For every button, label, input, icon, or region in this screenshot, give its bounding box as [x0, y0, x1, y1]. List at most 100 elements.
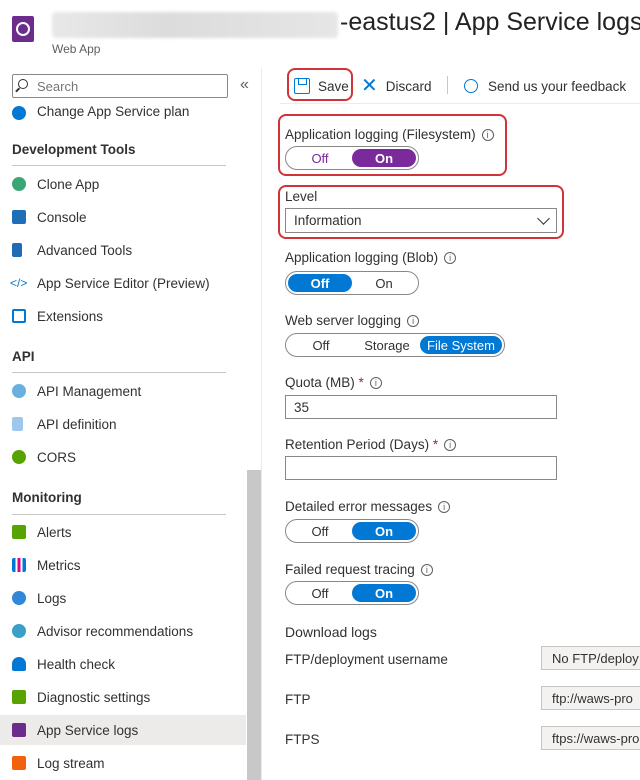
sidebar: « Change App Service plan Development To… — [0, 68, 262, 780]
sidebar-item-label: Clone App — [37, 176, 100, 192]
metrics-icon — [12, 558, 26, 572]
toggle-off[interactable]: Off — [288, 584, 352, 602]
ftp-field[interactable]: ftp://waws-pro — [541, 686, 640, 710]
feedback-button[interactable]: Send us your feedback — [464, 72, 626, 100]
info-icon[interactable]: i — [444, 252, 457, 264]
sidebar-item-advisor[interactable]: Advisor recommendations — [0, 616, 246, 646]
sidebar-item-label: App Service Editor (Preview) — [37, 275, 210, 291]
toggle-on[interactable]: On — [352, 274, 416, 292]
quota-input[interactable]: 35 — [285, 395, 557, 419]
app-logging-blob-label: Application logging (Blob) i — [285, 250, 457, 265]
sidebar-item-label: Change App Service plan — [37, 103, 190, 119]
sidebar-item-change-plan[interactable]: Change App Service plan — [0, 96, 246, 126]
app-service-logs-icon — [12, 723, 26, 737]
web-server-logging-toggle[interactable]: Off Storage File System — [285, 333, 505, 357]
console-icon — [12, 210, 26, 224]
save-button[interactable]: Save — [294, 72, 349, 100]
sidebar-item-api-definition[interactable]: API definition — [0, 409, 246, 439]
toggle-on[interactable]: On — [352, 149, 416, 167]
quota-label: Quota (MB) * i — [285, 375, 382, 390]
sidebar-item-cors[interactable]: CORS — [0, 442, 246, 472]
sidebar-item-label: Log stream — [37, 755, 105, 771]
sidebar-item-label: Advisor recommendations — [37, 623, 194, 639]
info-icon[interactable]: i — [444, 439, 457, 451]
info-icon[interactable]: i — [438, 501, 451, 513]
collapse-sidebar-icon[interactable]: « — [240, 76, 249, 94]
toggle-off[interactable]: Off — [288, 149, 352, 167]
close-icon: ✕ — [361, 75, 378, 97]
code-icon: </> — [10, 276, 28, 290]
sidebar-item-diagnostic-settings[interactable]: Diagnostic settings — [0, 682, 246, 712]
divider — [12, 514, 226, 515]
sidebar-item-app-service-editor[interactable]: </> App Service Editor (Preview) — [0, 268, 246, 298]
ftp-label: FTP — [285, 692, 311, 707]
heart-icon — [12, 657, 26, 671]
ftp-username-label: FTP/deployment username — [285, 652, 448, 667]
sidebar-item-api-management[interactable]: API Management — [0, 376, 246, 406]
sidebar-item-label: API definition — [37, 416, 117, 432]
alerts-icon — [12, 525, 26, 539]
feedback-label: Send us your feedback — [488, 78, 627, 94]
globe-icon — [12, 450, 26, 464]
chevron-down-icon — [537, 212, 550, 225]
sidebar-item-extensions[interactable]: Extensions — [0, 301, 246, 331]
info-icon[interactable]: i — [420, 564, 433, 576]
sidebar-item-label: Logs — [37, 590, 67, 606]
info-icon[interactable]: i — [407, 315, 420, 327]
diagnostic-icon — [12, 690, 26, 704]
app-logging-fs-toggle[interactable]: Off On — [285, 146, 419, 170]
sidebar-item-label: App Service logs — [37, 722, 139, 738]
ftps-field[interactable]: ftps://waws-pro — [541, 726, 640, 750]
sidebar-item-label: CORS — [37, 449, 77, 465]
search-icon — [18, 79, 28, 89]
discard-label: Discard — [385, 78, 432, 94]
page-header: -eastus2 | App Service logs Web App — [0, 0, 640, 68]
section-development-tools: Development Tools — [12, 142, 136, 157]
divider — [12, 165, 226, 166]
divider — [12, 372, 226, 373]
toggle-off[interactable]: Off — [288, 274, 352, 292]
level-label: Level — [285, 189, 318, 204]
sidebar-item-advanced-tools[interactable]: Advanced Tools — [0, 235, 246, 265]
sidebar-item-clone-app[interactable]: Clone App — [0, 169, 246, 199]
failed-request-toggle[interactable]: Off On — [285, 581, 419, 605]
ftp-username-field[interactable]: No FTP/deploy — [541, 646, 640, 670]
sidebar-item-label: Diagnostic settings — [37, 689, 151, 705]
sidebar-item-logs[interactable]: Logs — [0, 583, 246, 613]
sidebar-item-label: Metrics — [37, 557, 81, 573]
info-icon[interactable]: i — [369, 377, 382, 389]
sidebar-item-console[interactable]: Console — [0, 202, 246, 232]
page-subtitle: Web App — [52, 42, 101, 56]
sidebar-item-app-service-logs[interactable]: App Service logs — [0, 715, 246, 745]
toggle-storage[interactable]: Storage — [354, 336, 420, 354]
sidebar-scrollbar[interactable] — [247, 470, 261, 780]
toggle-off[interactable]: Off — [288, 522, 352, 540]
ftps-label: FTPS — [285, 732, 320, 747]
level-dropdown[interactable]: Information — [285, 208, 557, 233]
failed-request-label: Failed request tracing i — [285, 562, 433, 577]
save-icon — [294, 78, 310, 94]
sidebar-item-label: Advanced Tools — [37, 242, 133, 258]
sidebar-item-alerts[interactable]: Alerts — [0, 517, 246, 547]
sidebar-item-metrics[interactable]: Metrics — [0, 550, 246, 580]
retention-input[interactable] — [285, 456, 557, 480]
info-icon[interactable]: i — [481, 129, 494, 141]
sidebar-item-log-stream[interactable]: Log stream — [0, 748, 246, 778]
discard-button[interactable]: ✕ Discard — [361, 72, 432, 100]
sidebar-item-health-check[interactable]: Health check — [0, 649, 246, 679]
cloud-icon — [12, 384, 26, 398]
logs-icon — [12, 591, 26, 605]
search-box[interactable] — [12, 74, 228, 98]
toggle-on[interactable]: On — [352, 522, 416, 540]
feedback-icon — [464, 79, 478, 93]
sidebar-item-label: API Management — [37, 383, 142, 399]
toggle-on[interactable]: On — [352, 584, 416, 602]
toggle-file-system[interactable]: File System — [420, 336, 502, 354]
toggle-off[interactable]: Off — [288, 336, 354, 354]
detailed-errors-toggle[interactable]: Off On — [285, 519, 419, 543]
app-logging-fs-label: Application logging (Filesystem) i — [285, 127, 494, 142]
app-logging-blob-toggle[interactable]: Off On — [285, 271, 419, 295]
download-logs-heading: Download logs — [285, 624, 377, 640]
search-input[interactable] — [37, 77, 217, 95]
extensions-icon — [12, 309, 26, 323]
